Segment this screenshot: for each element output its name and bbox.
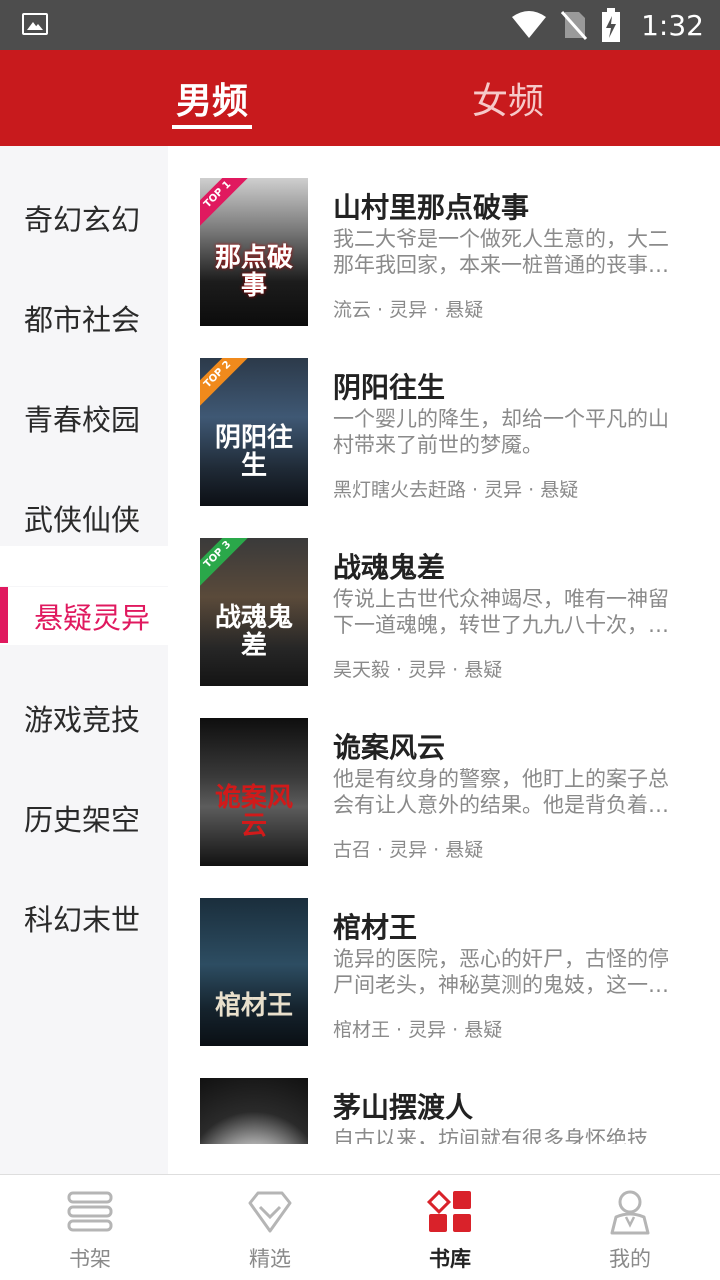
sidebar-gap (0, 546, 168, 586)
nav-label: 精选 (249, 1247, 291, 1271)
book-item[interactable]: TOP 1 那点破事 山村里那点破事 我二大爷是一个做死人生意的，大二那年我回家… (168, 146, 720, 326)
book-description: 传说上古世代众神竭尽，唯有一神留下一道魂魄，转世了九九八十次，… (333, 587, 669, 637)
book-title[interactable]: 战魂鬼差 (333, 546, 445, 586)
book-title[interactable]: 诡案风云 (333, 726, 445, 766)
book-list[interactable]: TOP 1 那点破事 山村里那点破事 我二大爷是一个做死人生意的，大二那年我回家… (168, 146, 720, 1144)
status-icons: 1:32 (511, 0, 704, 50)
book-description: 我二大爷是一个做死人生意的，大二那年我回家，本来一桩普通的丧事… (333, 227, 669, 277)
tab-male-channel[interactable]: 男频 (150, 50, 274, 146)
status-bar: 1:32 (0, 0, 720, 50)
book-cover[interactable] (200, 1078, 308, 1144)
bookshelf-icon (67, 1191, 113, 1232)
book-description: 自古以来，坊间就有很多身怀绝技的… (333, 1127, 648, 1144)
book-meta: 古召 · 灵异 · 悬疑 (333, 839, 484, 861)
book-meta: 流云 · 灵异 · 悬疑 (333, 299, 484, 321)
battery-charging-icon (602, 8, 621, 42)
wifi-icon (512, 11, 547, 38)
book-item[interactable]: 诡案风云 诡案风云 他是有纹身的警察，他盯上的案子总会有让人意外的结果。他是背负… (168, 686, 720, 866)
cover-title: 阴阳往生 (214, 423, 293, 481)
book-title[interactable]: 茅山摆渡人 (333, 1086, 473, 1126)
nav-profile[interactable]: 我的 (540, 1175, 720, 1280)
category-gaming[interactable]: 游戏竞技 (0, 678, 168, 758)
nav-library[interactable]: 书库 (360, 1175, 540, 1280)
book-description: 一个婴儿的降生，却给一个平凡的山村带来了前世的梦魇。 (333, 407, 669, 457)
book-item[interactable]: 棺材王 棺材王 诡异的医院，恶心的奸尸，古怪的停尸间老头，神秘莫测的鬼妓，这一…… (168, 866, 720, 1046)
diamond-icon (248, 1191, 292, 1233)
nav-label: 书库 (429, 1247, 471, 1271)
active-tab-underline (172, 125, 252, 129)
category-urban[interactable]: 都市社会 (0, 278, 168, 358)
cover-title: 棺材王 (214, 990, 293, 1021)
cover-title: 那点破事 (214, 243, 293, 301)
book-title[interactable]: 棺材王 (333, 906, 417, 946)
nav-label: 书架 (69, 1247, 111, 1271)
top-badge: TOP 1 (200, 178, 253, 230)
category-history[interactable]: 历史架空 (0, 778, 168, 858)
category-fantasy[interactable]: 奇幻玄幻 (0, 178, 168, 258)
category-suspense[interactable]: 悬疑灵异 (0, 587, 168, 645)
cover-title: 战魂鬼差 (214, 603, 293, 661)
book-title[interactable]: 山村里那点破事 (333, 186, 529, 226)
channel-header: 男频 女频 (0, 50, 720, 146)
top-badge: TOP 3 (200, 538, 253, 590)
category-campus[interactable]: 青春校园 (0, 378, 168, 458)
no-sim-icon (561, 11, 588, 40)
book-meta: 昊天毅 · 灵异 · 悬疑 (333, 659, 503, 681)
book-title[interactable]: 阴阳往生 (333, 366, 445, 406)
book-cover[interactable]: 棺材王 (200, 898, 308, 1046)
image-icon (22, 13, 48, 35)
library-grid-icon (426, 1189, 471, 1232)
nav-label: 我的 (609, 1247, 651, 1271)
status-time: 1:32 (641, 8, 704, 42)
book-meta: 黑灯瞎火去赶路 · 灵异 · 悬疑 (333, 479, 579, 501)
cover-title: 诡案风云 (214, 783, 293, 841)
nav-bookshelf[interactable]: 书架 (0, 1175, 180, 1280)
category-sidebar: 奇幻玄幻 都市社会 青春校园 武侠仙侠 悬疑灵异 游戏竞技 历史架空 科幻末世 (0, 146, 168, 1174)
book-meta: 棺材王 · 灵异 · 悬疑 (333, 1019, 503, 1041)
book-item[interactable]: 茅山摆渡人 自古以来，坊间就有很多身怀绝技的… (168, 1046, 720, 1144)
book-cover[interactable]: TOP 1 那点破事 (200, 178, 308, 326)
nav-featured[interactable]: 精选 (180, 1175, 360, 1280)
book-cover[interactable]: TOP 2 阴阳往生 (200, 358, 308, 506)
book-cover[interactable]: 诡案风云 (200, 718, 308, 866)
bottom-navigation: 书架 精选 书库 我的 (0, 1174, 720, 1280)
book-description: 他是有纹身的警察，他盯上的案子总会有让人意外的结果。他是背负着… (333, 767, 669, 817)
tab-female-channel[interactable]: 女频 (446, 50, 570, 146)
book-description: 诡异的医院，恶心的奸尸，古怪的停尸间老头，神秘莫测的鬼妓，这一… (333, 947, 669, 997)
book-item[interactable]: TOP 2 阴阳往生 阴阳往生 一个婴儿的降生，却给一个平凡的山村带来了前世的梦… (168, 326, 720, 506)
book-cover[interactable]: TOP 3 战魂鬼差 (200, 538, 308, 686)
category-scifi[interactable]: 科幻末世 (0, 878, 168, 958)
profile-icon (610, 1190, 650, 1235)
book-item[interactable]: TOP 3 战魂鬼差 战魂鬼差 传说上古世代众神竭尽，唯有一神留下一道魂魄，转世… (168, 506, 720, 686)
top-badge: TOP 2 (200, 358, 253, 410)
